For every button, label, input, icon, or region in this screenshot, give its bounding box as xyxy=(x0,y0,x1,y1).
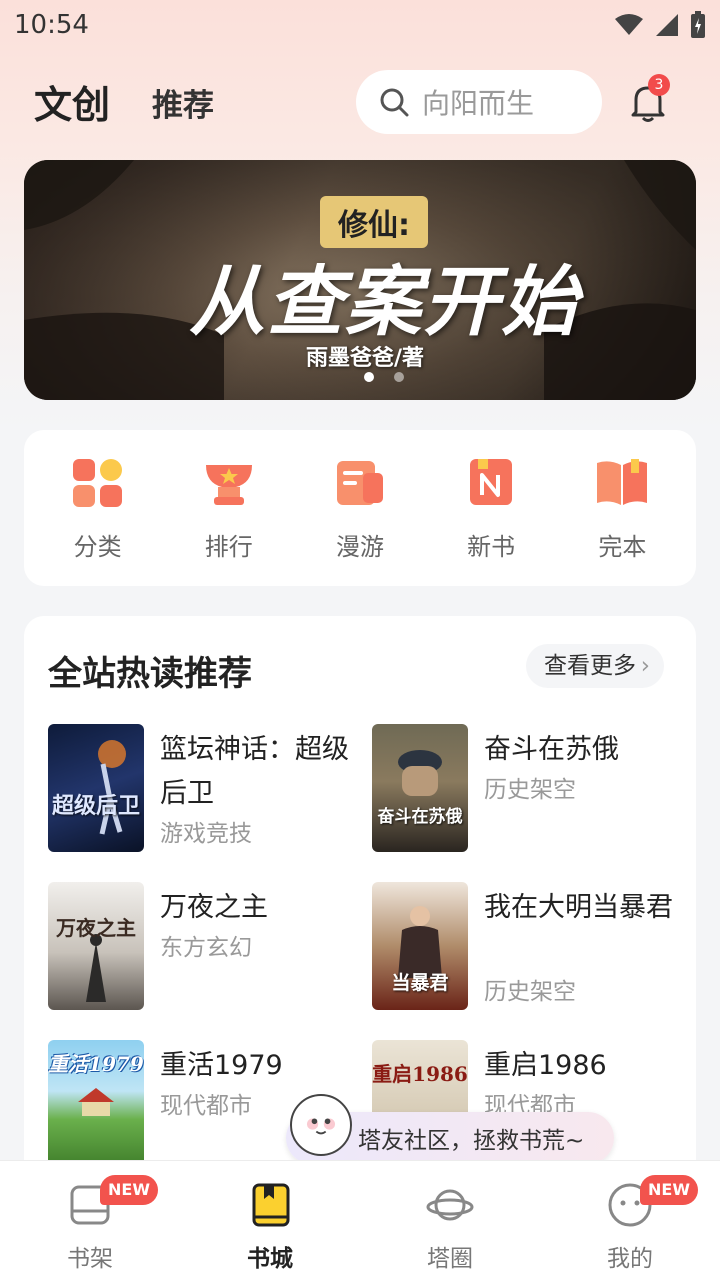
nav-profile[interactable]: 我的 NEW xyxy=(540,1161,720,1280)
category-roam[interactable]: 漫游 xyxy=(300,455,420,562)
category-complete[interactable]: 完本 xyxy=(562,455,682,562)
cover-title: 万夜之主 xyxy=(56,916,136,940)
nav-bookstore[interactable]: 书城 xyxy=(180,1161,360,1280)
bubble-text: 塔友社区，拯救书荒~ xyxy=(358,1128,585,1154)
see-more-label: 查看更多 xyxy=(544,653,636,679)
banner-indicator xyxy=(364,372,404,382)
cover-art xyxy=(86,934,106,1002)
bookstore-icon xyxy=(252,1183,290,1227)
status-bar: 10:54 xyxy=(0,0,720,50)
new-badge: NEW xyxy=(100,1175,158,1205)
cover-title: 重启1986 xyxy=(372,1062,468,1086)
chevron-right-icon: › xyxy=(640,653,650,679)
category-classify[interactable]: 分类 xyxy=(38,455,158,562)
nav-label: 书架 xyxy=(67,1246,113,1272)
book-genre: 游戏竞技 xyxy=(160,821,252,847)
nav-label: 书城 xyxy=(247,1246,293,1272)
cover-title: 当暴君 xyxy=(391,972,449,994)
trophy-icon xyxy=(205,464,252,505)
bottom-nav: 书架 NEW 书城 塔圈 我的 NEW xyxy=(0,1160,720,1280)
banner-title: 从查案开始 xyxy=(189,257,579,346)
book-genre: 历史架空 xyxy=(484,979,576,1005)
cover-art xyxy=(398,750,442,796)
category-icon xyxy=(72,458,122,507)
category-label: 排行 xyxy=(204,532,253,561)
roam-icon xyxy=(336,460,383,505)
battery-icon xyxy=(691,11,705,38)
complete-book-icon xyxy=(597,458,648,505)
book-item[interactable]: 超级后卫 篮坛神话：超级后卫 游戏竞技 xyxy=(48,724,368,854)
nav-circle[interactable]: 塔圈 xyxy=(360,1161,540,1280)
book-cover: 重活1979 xyxy=(48,1040,144,1168)
banner-author: 雨墨爸爸/著 xyxy=(306,346,425,371)
category-label: 新书 xyxy=(467,532,516,561)
search-placeholder: 向阳而生 xyxy=(422,87,535,120)
search-icon xyxy=(380,88,409,117)
new-badge: NEW xyxy=(640,1175,698,1205)
book-title: 重活1979 xyxy=(160,1050,283,1081)
category-label: 漫游 xyxy=(335,532,384,561)
category-new-book[interactable]: 新书 xyxy=(431,455,551,562)
book-item[interactable]: 奋斗在苏俄 奋斗在苏俄 历史架空 xyxy=(372,724,692,854)
book-title: 万夜之主 xyxy=(160,892,268,923)
book-cover: 当暴君 xyxy=(372,882,468,1010)
notification-badge: 3 xyxy=(648,74,670,96)
book-cover: 奋斗在苏俄 xyxy=(372,724,468,852)
search-bar[interactable]: 向阳而生 xyxy=(356,70,602,134)
book-item[interactable]: 当暴君 我在大明当暴君 历史架空 xyxy=(372,882,692,1012)
category-rank[interactable]: 排行 xyxy=(169,455,289,562)
book-cover: 超级后卫 xyxy=(48,724,144,852)
section-title: 全站热读推荐 xyxy=(48,654,252,694)
hot-section: 全站热读推荐 查看更多 › 超级后卫 篮坛神话：超级后卫 游戏竞技 奋斗在苏俄 … xyxy=(24,616,696,1176)
community-bubble[interactable]: 塔友社区，拯救书荒~ xyxy=(286,1094,614,1171)
top-header: 文创 推荐 向阳而生 3 xyxy=(0,66,720,136)
new-book-icon xyxy=(470,458,513,505)
nav-label: 塔圈 xyxy=(427,1246,473,1272)
planet-icon xyxy=(426,1189,474,1221)
signal-icon xyxy=(656,14,678,36)
book-genre: 现代都市 xyxy=(160,1093,252,1119)
status-icons xyxy=(614,11,706,39)
book-title: 重启1986 xyxy=(484,1050,607,1081)
book-genre: 东方玄幻 xyxy=(160,935,252,961)
see-more-button[interactable]: 查看更多 › xyxy=(526,644,664,688)
book-item[interactable]: 万夜之主 万夜之主 东方玄幻 xyxy=(48,882,368,1012)
nav-label: 我的 xyxy=(607,1246,653,1272)
tab-recommend[interactable]: 推荐 xyxy=(152,80,214,125)
nav-bookshelf[interactable]: 书架 NEW xyxy=(0,1161,180,1280)
status-time: 10:54 xyxy=(14,10,89,40)
cover-title: 重活1979 xyxy=(48,1052,144,1076)
book-cover: 万夜之主 xyxy=(48,882,144,1010)
promo-banner[interactable]: 修仙: 从查案开始 雨墨爸爸/著 xyxy=(24,160,696,400)
book-title: 我在大明当暴君 xyxy=(484,892,673,923)
book-genre: 历史架空 xyxy=(484,777,576,803)
book-title: 篮坛神话：超级后卫 xyxy=(160,734,349,809)
cover-title: 奋斗在苏俄 xyxy=(377,807,463,827)
banner-dot xyxy=(364,372,374,382)
wifi-icon xyxy=(615,14,643,35)
book-title: 奋斗在苏俄 xyxy=(484,734,619,765)
category-label: 分类 xyxy=(73,532,122,561)
mascot-icon xyxy=(290,1094,352,1156)
tab-wenchuang[interactable]: 文创 xyxy=(34,74,110,129)
category-label: 完本 xyxy=(598,532,647,561)
category-grid: 分类 排行 漫游 新书 完本 xyxy=(24,430,696,586)
notification-button[interactable]: 3 xyxy=(628,74,672,124)
cover-title: 超级后卫 xyxy=(51,793,140,819)
banner-dot xyxy=(394,372,404,382)
